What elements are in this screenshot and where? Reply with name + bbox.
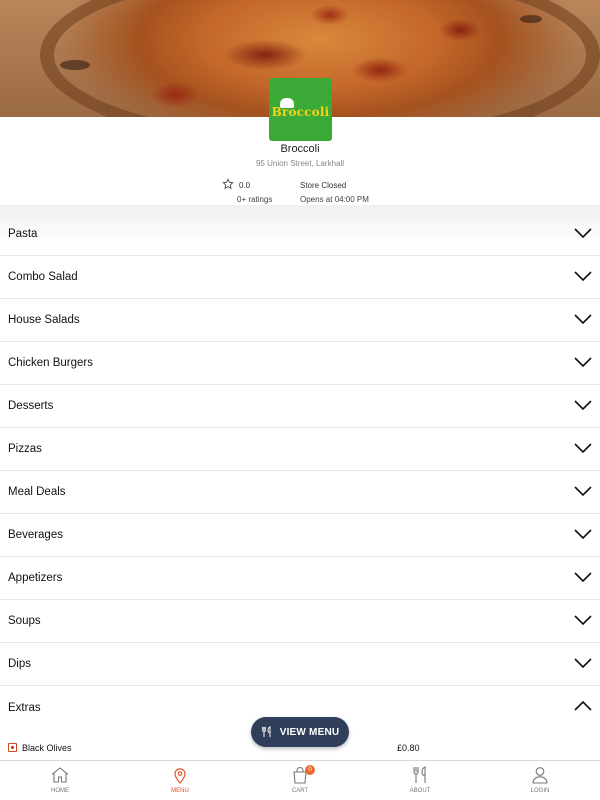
category-combo-salad[interactable]: Combo Salad [0, 256, 600, 299]
tab-about[interactable]: ABOUT [360, 761, 480, 800]
chevron-down-icon [574, 271, 592, 282]
star-icon [222, 178, 234, 190]
category-appetizers[interactable]: Appetizers [0, 557, 600, 600]
chevron-down-icon [574, 400, 592, 411]
tab-label: LOGIN [530, 788, 550, 794]
category-pizzas[interactable]: Pizzas [0, 428, 600, 471]
category-label: Appetizers [8, 572, 63, 584]
user-icon [532, 767, 548, 784]
pizza-char-spot [520, 15, 542, 23]
tab-label: ABOUT [409, 788, 431, 794]
chevron-down-icon [574, 228, 592, 239]
category-label: Desserts [8, 400, 54, 412]
chevron-up-icon [574, 700, 592, 711]
category-label: House Salads [8, 314, 80, 326]
category-list: Pasta Combo Salad House Salads Chicken B… [0, 213, 600, 729]
chevron-down-icon [574, 314, 592, 325]
tab-label: CART [291, 788, 309, 794]
location-pin-icon [174, 768, 186, 784]
chevron-down-icon [574, 615, 592, 626]
chevron-down-icon [574, 357, 592, 368]
category-meal-deals[interactable]: Meal Deals [0, 471, 600, 514]
tab-cart[interactable]: 0 CART [240, 761, 360, 800]
tab-label: MENU [171, 788, 189, 794]
tab-login[interactable]: LOGIN [480, 761, 600, 800]
bottom-tab-bar: HOME MENU 0 CART ABOUT LOGIN [0, 760, 600, 800]
cutlery-icon [413, 766, 426, 783]
store-name: Broccoli [280, 143, 320, 155]
cart-badge: 0 [305, 765, 315, 775]
home-icon [51, 767, 69, 783]
chevron-down-icon [574, 486, 592, 497]
view-menu-button[interactable]: VIEW MENU [251, 717, 349, 747]
chef-icon [280, 98, 294, 108]
category-chicken-burgers[interactable]: Chicken Burgers [0, 342, 600, 385]
category-label: Soups [8, 615, 41, 627]
chevron-down-icon [574, 572, 592, 583]
category-label: Meal Deals [8, 486, 66, 498]
rating-count: 0+ ratings [237, 195, 273, 204]
view-menu-label: VIEW MENU [279, 726, 340, 738]
store-address: 95 Union Street, Larkhall [255, 159, 345, 168]
rating-value: 0.0 [239, 181, 251, 190]
category-label: Pizzas [8, 443, 42, 455]
category-soups[interactable]: Soups [0, 600, 600, 643]
tab-home[interactable]: HOME [0, 761, 120, 800]
category-label: Chicken Burgers [8, 357, 94, 369]
store-status: Store Closed [300, 181, 347, 190]
tab-label: HOME [51, 788, 69, 794]
tab-menu[interactable]: MENU [120, 761, 240, 800]
category-beverages[interactable]: Beverages [0, 514, 600, 557]
store-hours: Opens at 04:00 PM [300, 195, 369, 204]
category-pasta[interactable]: Pasta [0, 213, 600, 256]
chevron-down-icon [574, 443, 592, 454]
cutlery-icon [261, 726, 271, 738]
store-logo: Broccoli [269, 78, 332, 141]
item-select-radio[interactable] [8, 743, 17, 752]
category-label: Combo Salad [8, 271, 78, 283]
item-name: Black Olives [22, 743, 72, 753]
item-price: £0.80 [397, 743, 420, 753]
pizza-char-spot [60, 60, 90, 70]
category-house-salads[interactable]: House Salads [0, 299, 600, 342]
chevron-down-icon [574, 658, 592, 669]
category-dips[interactable]: Dips [0, 643, 600, 686]
category-label: Pasta [8, 228, 38, 240]
category-label: Dips [8, 658, 32, 670]
category-desserts[interactable]: Desserts [0, 385, 600, 428]
category-label: Extras [8, 701, 41, 714]
chevron-down-icon [574, 529, 592, 540]
category-label: Beverages [8, 529, 63, 541]
